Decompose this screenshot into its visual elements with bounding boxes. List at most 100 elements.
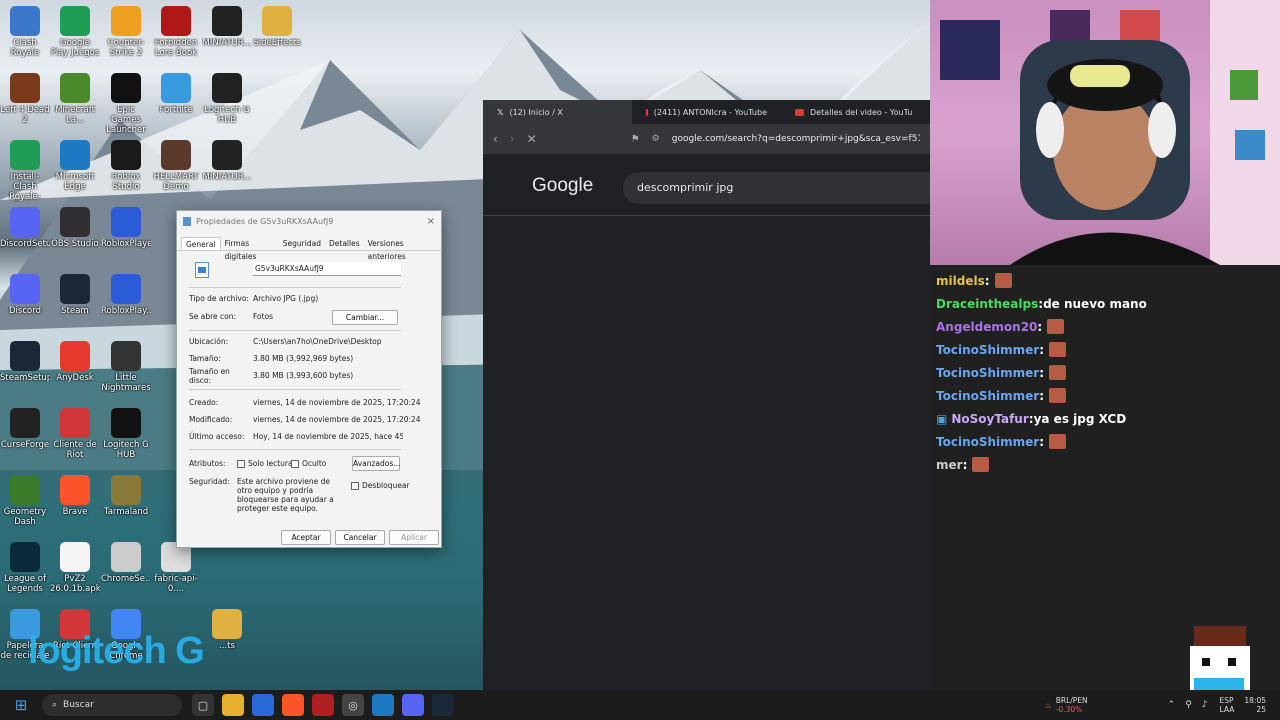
desktop-icon[interactable]: Discord <box>0 270 50 336</box>
stop-icon[interactable]: ✕ <box>527 132 537 146</box>
desktop-icon[interactable]: Tarmaland <box>101 471 151 537</box>
chat-text: ya es jpg XCD <box>1033 411 1127 426</box>
app-icon[interactable]: ◎ <box>342 694 364 716</box>
desktop-icon[interactable]: CurseForge <box>0 404 50 470</box>
file-explorer-icon[interactable] <box>222 694 244 716</box>
dialog-titlebar[interactable]: Propiedades de G5v3uRKXsAAufJ9 × <box>177 211 441 231</box>
bookmark-icon[interactable]: ⚑ <box>631 134 640 145</box>
desktop-icon[interactable]: HELLMART Demo <box>151 136 201 202</box>
desktop-icon[interactable]: SteamSetup <box>0 337 50 403</box>
address-bar[interactable]: google.com/search?q=descomprimir+jpg&sca… <box>672 134 920 144</box>
desktop-icon[interactable]: Logitech G HUB <box>202 69 252 135</box>
desktop-icon[interactable]: Google Play Juegos <box>50 2 100 68</box>
site-info-icon[interactable]: ⚙ <box>652 134 660 144</box>
tab-detalles[interactable]: Detalles <box>325 237 364 250</box>
tab-youtube[interactable]: (2411) ANTONIcra - YouTube <box>632 108 781 117</box>
tab-x[interactable]: 𝕏 (12) Inicio / X <box>483 100 632 124</box>
desktop-icon[interactable]: Steam <box>50 270 100 336</box>
desktop-icon[interactable]: Minecraft La... <box>50 69 100 135</box>
checkbox-box[interactable] <box>237 460 245 468</box>
cancelar-button[interactable]: Cancelar <box>335 530 385 545</box>
desktop-icon[interactable]: Geometry Dash <box>0 471 50 537</box>
desktop-icon[interactable]: Fortnite <box>151 69 201 135</box>
forward-icon[interactable]: › <box>510 132 515 146</box>
language-indicator[interactable]: ESP LAA <box>1220 696 1235 714</box>
desktop-icon[interactable]: ...ts <box>202 605 252 671</box>
desktop-icon[interactable]: MINIATUR... <box>202 136 252 202</box>
desktop-icon-label: RobloxPlayer <box>101 239 151 249</box>
app-icon <box>161 73 191 103</box>
desktop-icon[interactable]: OBS Studio <box>50 203 100 269</box>
desktop-icon[interactable]: Cliente de Riot <box>50 404 100 470</box>
desktop-icon[interactable]: Left 4 Dead 2 <box>0 69 50 135</box>
tab-label: (2411) ANTONIcra - YouTube <box>653 107 767 117</box>
filename-field[interactable]: G5v3uRKXsAAufJ9 <box>253 262 401 276</box>
taskbar-search[interactable]: ⌕ Buscar <box>42 694 182 716</box>
desktop-icon[interactable]: SideEffects <box>252 2 302 68</box>
chat-username[interactable]: TocinoShimmer <box>936 435 1039 449</box>
desktop-icon[interactable]: Forbidden Lore Book <box>151 2 201 68</box>
chat-username[interactable]: TocinoShimmer <box>936 366 1039 380</box>
app-icon <box>60 542 90 572</box>
chevron-up-icon[interactable]: ⌃ <box>1168 700 1176 710</box>
windows-start-icon[interactable]: ⊞ <box>10 694 32 716</box>
desktop-icon[interactable]: Little Nightmares <box>101 337 151 403</box>
desktop-icon[interactable]: MINIATUR... <box>202 2 252 68</box>
google-logo: Google <box>532 175 594 196</box>
divider <box>189 449 401 450</box>
desktop-icon[interactable]: AnyDesk <box>50 337 100 403</box>
brave-icon[interactable] <box>282 694 304 716</box>
chat-username[interactable]: TocinoShimmer <box>936 389 1039 403</box>
aceptar-button[interactable]: Aceptar <box>281 530 331 545</box>
store-icon[interactable] <box>252 694 274 716</box>
chat-username[interactable]: NoSoyTafur <box>951 412 1028 426</box>
desktop-icon[interactable]: Brave <box>50 471 100 537</box>
desbloquear-checkbox[interactable]: Desbloquear <box>351 481 410 490</box>
tab-versiones[interactable]: Versiones anteriores <box>364 237 437 261</box>
ticker-widget[interactable]: ♨ BRL/PEN -0.30% <box>1045 696 1088 714</box>
desktop-icon[interactable]: Epic Games Launcher <box>101 69 151 135</box>
back-icon[interactable]: ‹ <box>493 132 498 146</box>
search-box[interactable]: descomprimir jpg <box>623 172 930 204</box>
oculto-checkbox[interactable]: Oculto <box>291 459 326 468</box>
checkbox-box[interactable] <box>291 460 299 468</box>
desktop-icon[interactable]: League of Legends <box>0 538 50 604</box>
clock[interactable]: 18:05 25 <box>1244 696 1266 714</box>
desktop-icon[interactable]: RobloxPlay... <box>101 270 151 336</box>
desktop-icon[interactable]: RobloxPlayer <box>101 203 151 269</box>
app-icon <box>60 73 90 103</box>
discord-icon[interactable] <box>402 694 424 716</box>
tab-youtube-studio[interactable]: Detalles del video - YouTu <box>781 108 930 117</box>
network-icon[interactable]: ⚲ <box>1185 700 1192 710</box>
desktop-icon[interactable]: PvZ2 26.0.1b.apk <box>50 538 100 604</box>
solo-lectura-checkbox[interactable]: Solo lectura <box>237 459 293 468</box>
mic-icon[interactable]: ♪ <box>1202 700 1208 710</box>
avanzados-button[interactable]: Avanzados... <box>352 456 400 471</box>
desktop-icon[interactable]: Roblox Studio <box>101 136 151 202</box>
tamano-value: 3.80 MB (3,992,969 bytes) <box>253 354 354 363</box>
app-icon[interactable] <box>312 694 334 716</box>
close-icon[interactable]: × <box>427 216 435 227</box>
steam-icon[interactable] <box>432 694 454 716</box>
desktop-icon[interactable]: Microsoft Edge <box>50 136 100 202</box>
chat-username[interactable]: Draceinthealps <box>936 297 1038 311</box>
desktop-icon[interactable]: ChromeSe... <box>101 538 151 604</box>
chat-username[interactable]: mer <box>936 458 963 472</box>
checkbox-box[interactable] <box>351 482 359 490</box>
cambiar-button[interactable]: Cambiar... <box>332 310 398 325</box>
tab-general[interactable]: General <box>181 237 221 250</box>
tab-seguridad[interactable]: Seguridad <box>279 237 325 250</box>
tab-firmas[interactable]: Firmas digitales <box>221 237 279 261</box>
edge-icon[interactable] <box>372 694 394 716</box>
desktop-icon[interactable]: DiscordSetup <box>0 203 50 269</box>
chat-username[interactable]: Angeldemon20 <box>936 320 1037 334</box>
chat-username[interactable]: TocinoShimmer <box>936 343 1039 357</box>
aplicar-button[interactable]: Aplicar <box>389 530 439 545</box>
desktop-icon[interactable]: Install-Clash Royale-Goo... <box>0 136 50 202</box>
desktop-icon[interactable]: Clash Royale <box>0 2 50 68</box>
desktop-icon[interactable]: Counter-Strike 2 <box>101 2 151 68</box>
task-view-icon[interactable]: ▢ <box>192 694 214 716</box>
divider <box>189 330 401 331</box>
desktop-icon[interactable]: Logitech G HUB <box>101 404 151 470</box>
chat-username[interactable]: mildels <box>936 274 985 288</box>
